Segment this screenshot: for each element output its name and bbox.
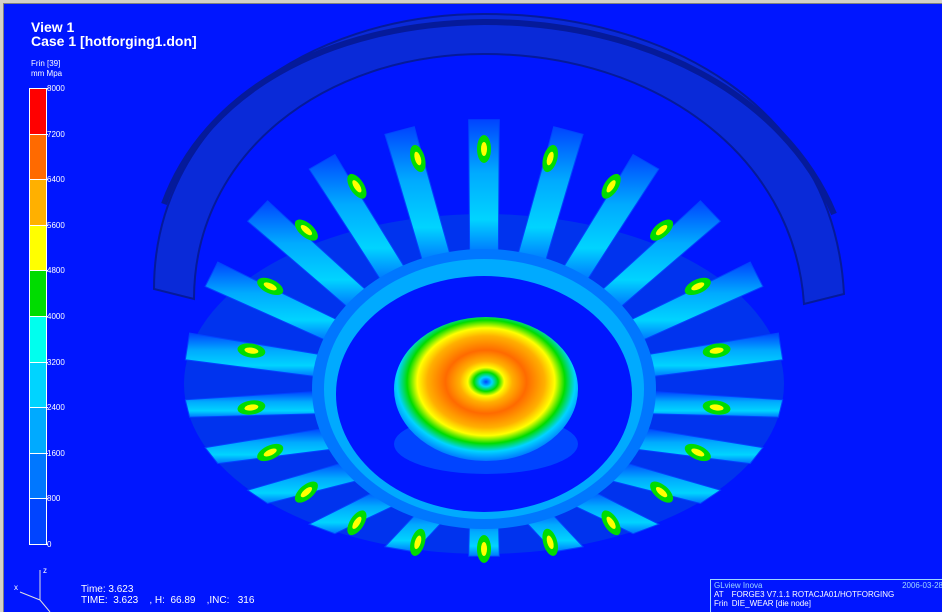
legend-swatch bbox=[29, 316, 47, 363]
legend-tick-label: 4000 bbox=[47, 312, 65, 321]
legend-tick-label: 0 bbox=[47, 540, 52, 549]
legend-swatch bbox=[29, 361, 47, 409]
wear-hotspot-core bbox=[481, 542, 487, 556]
info-panel: GLview Inova 2006-03-28 AT FORGE3 V7.1.1 R… bbox=[710, 579, 942, 612]
info-row-2-text: DIE_WEAR [die node] bbox=[731, 599, 811, 608]
time-line-2: TIME: 3.623 , H: 66.89 ,INC: 316 bbox=[81, 595, 255, 606]
brand-label: GLview Inova bbox=[714, 581, 763, 590]
x-axis-icon bbox=[19, 591, 41, 601]
legend-tick-label: 6400 bbox=[47, 175, 65, 185]
info-row-2: Frin DIE_WEAR [die node] bbox=[714, 599, 942, 608]
info-header: GLview Inova 2006-03-28 bbox=[714, 581, 942, 590]
die-wear-contour-scene bbox=[152, 12, 846, 563]
legend-tick-label: 8000 bbox=[47, 84, 65, 93]
axis-triad: z x bbox=[14, 566, 51, 612]
legend-tick-label: 5600 bbox=[47, 220, 65, 230]
legend-swatch bbox=[29, 407, 47, 454]
info-row-2-tag: Frin bbox=[714, 599, 728, 608]
x-axis-label: x bbox=[14, 583, 18, 592]
variable-label: Frin [39] bbox=[31, 59, 61, 68]
z-axis-label: z bbox=[43, 566, 47, 575]
date-label: 2006-03-28 bbox=[902, 581, 942, 590]
legend-swatch bbox=[29, 498, 47, 545]
legend-swatch bbox=[29, 452, 47, 500]
info-row-1-text: FORGE3 V7.1.1 ROTACJA01/HOTFORGING bbox=[731, 590, 895, 599]
legend-tick-label: 4800 bbox=[47, 266, 65, 276]
legend-tick-label: 1600 bbox=[47, 448, 65, 458]
legend-swatch bbox=[29, 133, 47, 181]
legend-swatch bbox=[29, 270, 47, 317]
legend-swatch bbox=[29, 88, 47, 135]
y-axis-icon bbox=[39, 599, 51, 612]
case-label: Case 1 [hotforging1.don] bbox=[31, 33, 197, 49]
legend-tick-label: 2400 bbox=[47, 403, 65, 413]
legend-swatch bbox=[29, 224, 47, 272]
legend-tick-label: 800 bbox=[47, 494, 61, 504]
units-label: mm Mpa bbox=[31, 69, 63, 78]
contour-dome bbox=[394, 317, 578, 461]
time-line-1: Time: 3.623 bbox=[81, 584, 134, 595]
wear-hotspot-core bbox=[481, 142, 487, 156]
legend-swatch bbox=[29, 179, 47, 226]
legend-tick-label: 3200 bbox=[47, 357, 65, 367]
info-row-1: AT FORGE3 V7.1.1 ROTACJA01/HOTFORGING bbox=[714, 590, 942, 599]
legend-tick-label: 7200 bbox=[47, 129, 65, 139]
time-readout: Time: 3.623 TIME: 3.623 , H: 66.89 ,INC: … bbox=[81, 584, 254, 606]
info-row-1-tag: AT bbox=[714, 590, 724, 599]
render-viewport[interactable]: View 1 Case 1 [hotforging1.don] Frin [39… bbox=[3, 3, 942, 612]
